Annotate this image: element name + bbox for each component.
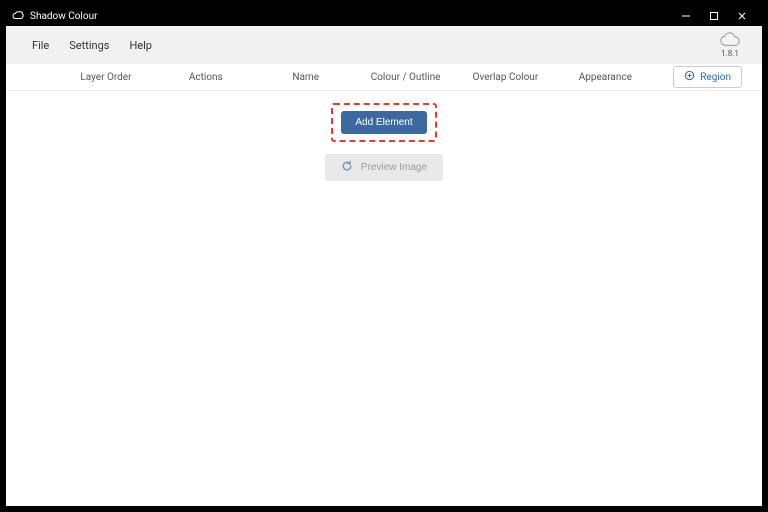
add-element-button[interactable]: Add Element xyxy=(341,111,426,134)
column-headers: Layer Order Actions Name Colour / Outlin… xyxy=(6,64,762,91)
menubar: File Settings Help 1.8.1 xyxy=(6,26,762,64)
col-layer-order: Layer Order xyxy=(56,72,156,83)
region-button[interactable]: Region xyxy=(673,66,742,88)
preview-image-label: Preview Image xyxy=(361,162,427,173)
window-title: Shadow Colour xyxy=(30,11,672,22)
col-overlap-colour: Overlap Colour xyxy=(456,72,556,83)
plus-circle-icon xyxy=(684,70,695,84)
region-button-label: Region xyxy=(700,72,731,83)
window-titlebar: Shadow Colour xyxy=(6,6,762,26)
close-button[interactable] xyxy=(728,6,756,26)
col-name: Name xyxy=(256,72,356,83)
preview-image-button[interactable]: Preview Image xyxy=(325,154,443,181)
menu-settings[interactable]: Settings xyxy=(59,35,119,56)
col-actions: Actions xyxy=(156,72,256,83)
cloud-icon[interactable] xyxy=(720,32,740,48)
refresh-icon xyxy=(341,160,353,175)
menu-file[interactable]: File xyxy=(22,35,59,56)
col-colour-outline: Colour / Outline xyxy=(356,72,456,83)
menu-help[interactable]: Help xyxy=(119,35,162,56)
main-empty-area: Add Element Preview Image xyxy=(6,91,762,506)
minimize-button[interactable] xyxy=(672,6,700,26)
app-icon xyxy=(12,10,24,22)
version-label: 1.8.1 xyxy=(721,49,739,58)
col-appearance: Appearance xyxy=(555,72,655,83)
add-element-highlight: Add Element xyxy=(331,103,436,142)
maximize-button[interactable] xyxy=(700,6,728,26)
